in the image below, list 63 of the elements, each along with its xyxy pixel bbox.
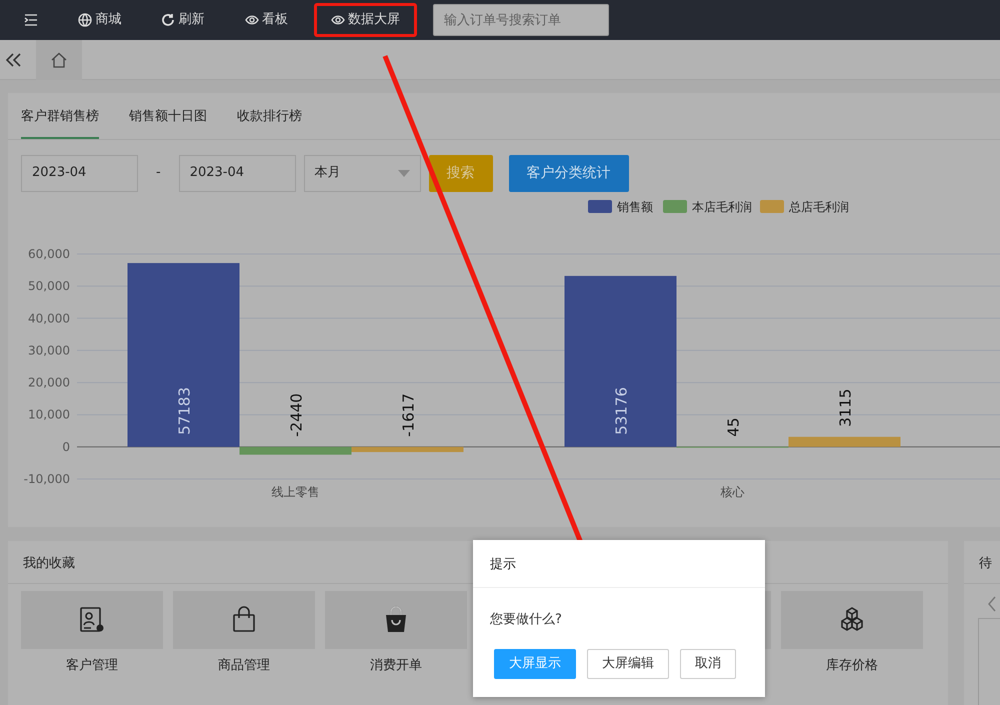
axis-tick-label: -10,000 <box>24 472 70 486</box>
date-field[interactable]: 2023-04 <box>178 154 296 192</box>
axis-tick-label: 0 <box>62 439 70 454</box>
dialog-button[interactable]: 取消 <box>680 648 736 678</box>
toolbar-button[interactable]: 看板 <box>230 3 302 37</box>
dialog-button[interactable]: 大屏编辑 <box>587 648 669 678</box>
axis-tick-label: 30,000 <box>28 342 70 357</box>
legend-label: 总店毛利润 <box>789 200 849 214</box>
contact-card-icon <box>79 606 105 634</box>
double-chevron-icon[interactable] <box>6 52 22 66</box>
item-label: 客户管理 <box>66 656 118 674</box>
axis-category-label: 核心 <box>720 484 744 498</box>
data-label: 3115 <box>836 388 854 426</box>
dialog-message: 您要做什么? <box>490 612 562 627</box>
axis-category-label: 线上零售 <box>272 484 320 498</box>
separator-text: - <box>156 164 161 182</box>
toolbar-button[interactable]: 刷新 <box>147 3 218 37</box>
boxes-icon <box>839 606 865 634</box>
card-title: 待 <box>979 556 992 571</box>
tab[interactable]: 客户群销售榜 <box>21 95 99 138</box>
dialog-title: 提示 <box>490 557 516 572</box>
period-select[interactable]: 本月 <box>304 154 421 192</box>
axis-tick-label: 40,000 <box>28 310 70 325</box>
favorite-item[interactable]: 商品管理 <box>173 590 315 675</box>
legend-swatch[interactable] <box>760 200 784 212</box>
legend-swatch[interactable] <box>588 200 612 212</box>
item-label: 商品管理 <box>218 656 270 674</box>
data-label: -2440 <box>288 392 306 436</box>
item-label: 库存价格 <box>826 656 878 674</box>
data-label: -1617 <box>400 392 418 436</box>
home-tab[interactable] <box>36 40 82 80</box>
item-label: 消费开单 <box>370 656 422 674</box>
favorite-item[interactable]: 客户管理 <box>21 590 163 675</box>
favorite-item[interactable]: 库存价格 <box>781 590 923 675</box>
legend-label: 本店毛利润 <box>692 200 752 214</box>
toolbar-button[interactable]: 商城 <box>64 3 136 37</box>
axis-tick-label: 10,000 <box>28 407 70 422</box>
axis-tick-label: 20,000 <box>28 375 70 390</box>
eye-icon <box>244 13 258 27</box>
eye-icon <box>330 13 345 27</box>
favorite-item[interactable]: 消费开单 <box>325 590 467 675</box>
globe-icon <box>78 13 92 27</box>
date-field[interactable]: 2023-04 <box>21 154 138 192</box>
axis-tick-label: 60,000 <box>28 246 70 260</box>
shopping-bag-icon <box>231 606 257 634</box>
tab[interactable]: 销售额十日图 <box>129 95 207 138</box>
chevron-left-icon[interactable] <box>988 596 996 612</box>
legend-swatch[interactable] <box>663 200 687 212</box>
toolbar-button[interactable]: 数据大屏 <box>314 3 417 37</box>
legend-label: 销售额 <box>617 200 653 214</box>
shopping-bag-icon <box>383 606 409 634</box>
data-label: 57183 <box>176 386 194 434</box>
data-label: 45 <box>724 417 742 436</box>
refresh-icon <box>161 13 176 27</box>
statistics-button[interactable]: 客户分类统计 <box>508 154 629 192</box>
menu-icon <box>24 13 38 27</box>
caret-icon <box>398 170 410 176</box>
axis-tick-label: 50,000 <box>28 278 70 293</box>
card-title: 我的收藏 <box>23 556 75 571</box>
search-field[interactable]: 输入订单号搜索订单 <box>433 4 609 36</box>
home-icon <box>51 52 67 68</box>
data-label: 53176 <box>612 386 630 434</box>
tab[interactable]: 收款排行榜 <box>237 95 302 138</box>
